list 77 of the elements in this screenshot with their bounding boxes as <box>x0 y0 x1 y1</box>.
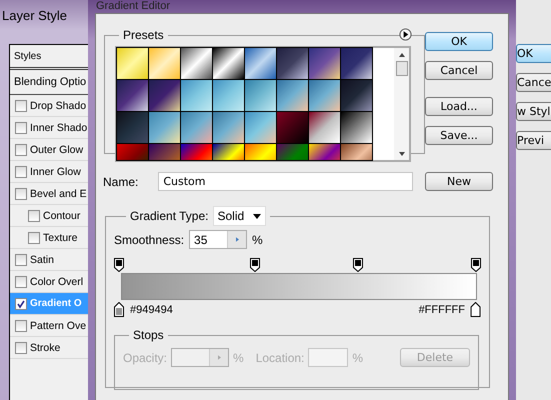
gradient-swatch[interactable] <box>181 48 212 79</box>
arrow-icon[interactable] <box>218 355 221 360</box>
gradient-swatch[interactable] <box>309 48 340 79</box>
gradient-type-dropdown[interactable]: Solid <box>212 206 266 226</box>
checkbox[interactable] <box>15 342 27 354</box>
checkbox[interactable] <box>15 166 27 178</box>
new-button[interactable]: New <box>425 172 493 191</box>
gradient-swatch[interactable] <box>309 112 340 143</box>
checkbox[interactable] <box>15 320 27 332</box>
checkbox[interactable] <box>15 100 27 112</box>
gradient-swatch[interactable] <box>213 48 244 79</box>
location-field[interactable] <box>308 348 348 367</box>
arrow-icon[interactable] <box>236 237 239 242</box>
name-label: Name: <box>103 174 138 188</box>
gradient-swatch[interactable] <box>213 112 244 143</box>
group-label: Stops <box>132 328 165 342</box>
checkbox[interactable] <box>28 232 40 244</box>
name-field[interactable]: Custom <box>158 172 414 191</box>
percent-label: % <box>352 350 364 364</box>
scroll-down-icon[interactable] <box>398 152 404 156</box>
checkbox[interactable] <box>15 298 27 310</box>
gradient-swatch[interactable] <box>341 112 372 143</box>
checkbox[interactable] <box>15 122 27 134</box>
button[interactable]: OK <box>516 44 551 63</box>
scroll-up-icon[interactable] <box>398 53 404 57</box>
button[interactable]: Previ <box>516 131 551 150</box>
opacity-stop-icon[interactable] <box>114 258 124 272</box>
gradient-swatch[interactable] <box>341 80 372 111</box>
color-value-label: #FFFFFF <box>418 304 465 316</box>
gradient-swatch[interactable] <box>277 48 308 79</box>
opacity-label: Opacity: <box>123 350 168 364</box>
location-label: Location: <box>256 350 304 364</box>
smoothness-field[interactable]: 35 <box>189 230 248 249</box>
gradient-swatch[interactable] <box>245 48 276 79</box>
button[interactable]: w Styl <box>516 102 551 121</box>
smoothness-label: Smoothness: <box>114 232 184 246</box>
caret-icon <box>253 214 262 218</box>
gradient-swatch[interactable] <box>245 112 276 143</box>
button[interactable]: Save... <box>425 126 493 145</box>
checkbox[interactable] <box>15 144 27 156</box>
checkbox[interactable] <box>28 210 40 222</box>
window-title: Layer Style <box>2 8 68 22</box>
gradient-swatch[interactable] <box>149 112 180 143</box>
checkbox[interactable] <box>15 188 27 200</box>
opacity-stop-icon[interactable] <box>250 258 260 272</box>
gradient-swatch[interactable] <box>117 48 148 79</box>
gradient-swatch[interactable] <box>181 112 212 143</box>
checkbox[interactable] <box>15 276 27 288</box>
button[interactable]: OK <box>425 32 493 51</box>
gradient-swatch[interactable] <box>149 80 180 111</box>
gradient-swatch[interactable] <box>341 48 372 79</box>
percent-label: % <box>233 350 244 364</box>
gradient-swatch[interactable] <box>117 80 148 111</box>
gradient-swatch[interactable] <box>181 80 212 111</box>
checkbox[interactable] <box>15 254 27 266</box>
scroll-thumb[interactable] <box>396 61 408 76</box>
scrollbar[interactable] <box>394 48 409 160</box>
group-label: Presets <box>122 28 165 42</box>
color-stop-icon[interactable] <box>114 302 124 317</box>
gradient-type-label: Gradient Type: <box>130 209 208 223</box>
button[interactable]: Load... <box>425 97 493 116</box>
gradient-swatch[interactable] <box>277 112 308 143</box>
opacity-stop-icon[interactable] <box>353 258 364 272</box>
percent-label: % <box>252 232 263 246</box>
window-title: Gradient Editor <box>96 0 170 12</box>
gradient-swatch[interactable] <box>117 112 148 143</box>
gradient-swatch[interactable] <box>149 48 180 79</box>
opacity-field[interactable] <box>171 348 230 367</box>
opacity-stop-icon[interactable] <box>471 258 481 272</box>
gradient-swatch[interactable] <box>309 80 340 111</box>
gradient-swatch[interactable] <box>277 80 308 111</box>
gradient-swatch[interactable] <box>213 80 244 111</box>
button[interactable]: Cancel <box>425 61 493 80</box>
color-stop-icon[interactable] <box>471 302 481 317</box>
gradient-swatch[interactable] <box>245 80 276 111</box>
button[interactable]: Cance <box>516 73 551 92</box>
color-value-label: #949494 <box>130 304 173 316</box>
